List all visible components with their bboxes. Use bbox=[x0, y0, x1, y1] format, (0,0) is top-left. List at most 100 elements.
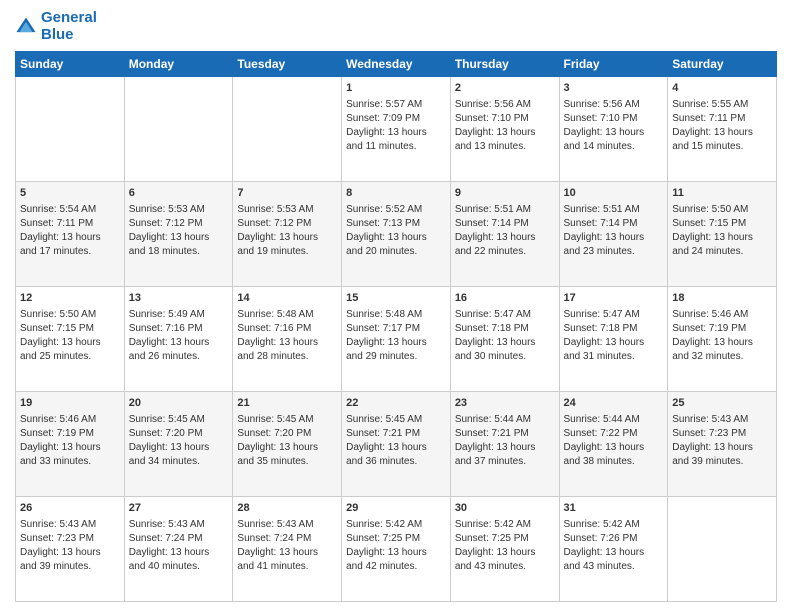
calendar-cell: 4 Sunrise: 5:55 AMSunset: 7:11 PMDaylight… bbox=[668, 77, 777, 182]
calendar-cell: 1 Sunrise: 5:57 AMSunset: 7:09 PMDaylight… bbox=[342, 77, 451, 182]
cell-info-text: Sunrise: 5:51 AMSunset: 7:14 PMDaylight:… bbox=[455, 203, 555, 259]
calendar-cell: 30 Sunrise: 5:42 AMSunset: 7:25 PMDayligh… bbox=[450, 497, 559, 602]
cell-info-text: Sunrise: 5:46 AMSunset: 7:19 PMDaylight:… bbox=[20, 413, 120, 469]
cell-info-text: Sunrise: 5:48 AMSunset: 7:17 PMDaylight:… bbox=[346, 308, 446, 364]
cell-info-text: Sunrise: 5:50 AMSunset: 7:15 PMDaylight:… bbox=[20, 308, 120, 364]
column-header-wednesday: Wednesday bbox=[342, 52, 451, 77]
cell-info-text: Sunrise: 5:55 AMSunset: 7:11 PMDaylight:… bbox=[672, 98, 772, 154]
cell-info-text: Sunrise: 5:56 AMSunset: 7:10 PMDaylight:… bbox=[455, 98, 555, 154]
cell-info-text: Sunrise: 5:45 AMSunset: 7:20 PMDaylight:… bbox=[237, 413, 337, 469]
column-header-sunday: Sunday bbox=[16, 52, 125, 77]
calendar-week-5: 26 Sunrise: 5:43 AMSunset: 7:23 PMDayligh… bbox=[16, 497, 777, 602]
calendar-cell: 19 Sunrise: 5:46 AMSunset: 7:19 PMDayligh… bbox=[16, 392, 125, 497]
calendar-cell: 13 Sunrise: 5:49 AMSunset: 7:16 PMDayligh… bbox=[124, 287, 233, 392]
calendar-table: SundayMondayTuesdayWednesdayThursdayFrid… bbox=[15, 51, 777, 602]
calendar-cell: 27 Sunrise: 5:43 AMSunset: 7:24 PMDayligh… bbox=[124, 497, 233, 602]
cell-info-text: Sunrise: 5:42 AMSunset: 7:25 PMDaylight:… bbox=[346, 518, 446, 574]
cell-date-number: 26 bbox=[20, 501, 120, 516]
cell-date-number: 9 bbox=[455, 186, 555, 201]
cell-date-number: 3 bbox=[564, 81, 664, 96]
calendar-cell bbox=[233, 77, 342, 182]
calendar-cell: 3 Sunrise: 5:56 AMSunset: 7:10 PMDaylight… bbox=[559, 77, 668, 182]
calendar-cell: 16Sunrise: 5:47 AMSunset: 7:18 PMDayligh… bbox=[450, 287, 559, 392]
calendar-cell: 22Sunrise: 5:45 AMSunset: 7:21 PMDayligh… bbox=[342, 392, 451, 497]
logo-text: General Blue bbox=[41, 10, 97, 43]
cell-date-number: 8 bbox=[346, 186, 446, 201]
cell-date-number: 6 bbox=[129, 186, 229, 201]
cell-info-text: Sunrise: 5:53 AMSunset: 7:12 PMDaylight:… bbox=[237, 203, 337, 259]
calendar-cell: 20 Sunrise: 5:45 AMSunset: 7:20 PMDayligh… bbox=[124, 392, 233, 497]
cell-date-number: 1 bbox=[346, 81, 446, 96]
cell-info-text: Sunrise: 5:47 AMSunset: 7:18 PMDaylight:… bbox=[564, 308, 664, 364]
cell-info-text: Sunrise: 5:51 AMSunset: 7:14 PMDaylight:… bbox=[564, 203, 664, 259]
calendar-week-2: 5Sunrise: 5:54 AMSunset: 7:11 PMDaylight… bbox=[16, 182, 777, 287]
cell-date-number: 12 bbox=[20, 291, 120, 306]
cell-date-number: 14 bbox=[237, 291, 337, 306]
calendar-cell: 17 Sunrise: 5:47 AMSunset: 7:18 PMDayligh… bbox=[559, 287, 668, 392]
cell-info-text: Sunrise: 5:47 AMSunset: 7:18 PMDaylight:… bbox=[455, 308, 555, 364]
cell-info-text: Sunrise: 5:53 AMSunset: 7:12 PMDaylight:… bbox=[129, 203, 229, 259]
cell-info-text: Sunrise: 5:42 AMSunset: 7:25 PMDaylight:… bbox=[455, 518, 555, 574]
cell-date-number: 31 bbox=[564, 501, 664, 516]
calendar-cell: 21 Sunrise: 5:45 AMSunset: 7:20 PMDayligh… bbox=[233, 392, 342, 497]
calendar-cell: 2 Sunrise: 5:56 AMSunset: 7:10 PMDaylight… bbox=[450, 77, 559, 182]
page: General Blue SundayMondayTuesdayWednesda… bbox=[0, 0, 792, 612]
calendar-cell: 23Sunrise: 5:44 AMSunset: 7:21 PMDayligh… bbox=[450, 392, 559, 497]
cell-date-number: 28 bbox=[237, 501, 337, 516]
cell-date-number: 15 bbox=[346, 291, 446, 306]
cell-info-text: Sunrise: 5:50 AMSunset: 7:15 PMDaylight:… bbox=[672, 203, 772, 259]
cell-info-text: Sunrise: 5:43 AMSunset: 7:24 PMDaylight:… bbox=[129, 518, 229, 574]
cell-date-number: 13 bbox=[129, 291, 229, 306]
cell-date-number: 24 bbox=[564, 396, 664, 411]
cell-date-number: 27 bbox=[129, 501, 229, 516]
calendar-cell bbox=[668, 497, 777, 602]
cell-info-text: Sunrise: 5:56 AMSunset: 7:10 PMDaylight:… bbox=[564, 98, 664, 154]
cell-date-number: 21 bbox=[237, 396, 337, 411]
cell-date-number: 10 bbox=[564, 186, 664, 201]
cell-info-text: Sunrise: 5:42 AMSunset: 7:26 PMDaylight:… bbox=[564, 518, 664, 574]
column-header-thursday: Thursday bbox=[450, 52, 559, 77]
calendar-cell: 11 Sunrise: 5:50 AMSunset: 7:15 PMDayligh… bbox=[668, 182, 777, 287]
cell-date-number: 30 bbox=[455, 501, 555, 516]
cell-date-number: 29 bbox=[346, 501, 446, 516]
cell-info-text: Sunrise: 5:45 AMSunset: 7:20 PMDaylight:… bbox=[129, 413, 229, 469]
calendar-cell: 14 Sunrise: 5:48 AMSunset: 7:16 PMDayligh… bbox=[233, 287, 342, 392]
cell-info-text: Sunrise: 5:57 AMSunset: 7:09 PMDaylight:… bbox=[346, 98, 446, 154]
cell-date-number: 23 bbox=[455, 396, 555, 411]
calendar-cell: 18Sunrise: 5:46 AMSunset: 7:19 PMDayligh… bbox=[668, 287, 777, 392]
column-header-monday: Monday bbox=[124, 52, 233, 77]
logo: General Blue bbox=[15, 10, 97, 43]
cell-date-number: 11 bbox=[672, 186, 772, 201]
cell-date-number: 4 bbox=[672, 81, 772, 96]
calendar-cell: 29 Sunrise: 5:42 AMSunset: 7:25 PMDayligh… bbox=[342, 497, 451, 602]
calendar-cell: 25Sunrise: 5:43 AMSunset: 7:23 PMDayligh… bbox=[668, 392, 777, 497]
cell-date-number: 25 bbox=[672, 396, 772, 411]
cell-date-number: 20 bbox=[129, 396, 229, 411]
header: General Blue bbox=[15, 10, 777, 43]
cell-info-text: Sunrise: 5:45 AMSunset: 7:21 PMDaylight:… bbox=[346, 413, 446, 469]
cell-info-text: Sunrise: 5:54 AMSunset: 7:11 PMDaylight:… bbox=[20, 203, 120, 259]
calendar-cell: 12 Sunrise: 5:50 AMSunset: 7:15 PMDayligh… bbox=[16, 287, 125, 392]
cell-date-number: 18 bbox=[672, 291, 772, 306]
calendar-header-row: SundayMondayTuesdayWednesdayThursdayFrid… bbox=[16, 52, 777, 77]
cell-date-number: 7 bbox=[237, 186, 337, 201]
calendar-cell: 31 Sunrise: 5:42 AMSunset: 7:26 PMDayligh… bbox=[559, 497, 668, 602]
calendar-cell: 7 Sunrise: 5:53 AMSunset: 7:12 PMDaylight… bbox=[233, 182, 342, 287]
calendar-week-3: 12 Sunrise: 5:50 AMSunset: 7:15 PMDayligh… bbox=[16, 287, 777, 392]
calendar-week-1: 1 Sunrise: 5:57 AMSunset: 7:09 PMDaylight… bbox=[16, 77, 777, 182]
cell-info-text: Sunrise: 5:49 AMSunset: 7:16 PMDaylight:… bbox=[129, 308, 229, 364]
cell-date-number: 17 bbox=[564, 291, 664, 306]
calendar-cell: 6 Sunrise: 5:53 AMSunset: 7:12 PMDaylight… bbox=[124, 182, 233, 287]
calendar-cell: 10 Sunrise: 5:51 AMSunset: 7:14 PMDayligh… bbox=[559, 182, 668, 287]
calendar-cell: 24Sunrise: 5:44 AMSunset: 7:22 PMDayligh… bbox=[559, 392, 668, 497]
column-header-tuesday: Tuesday bbox=[233, 52, 342, 77]
calendar-cell bbox=[124, 77, 233, 182]
calendar-cell: 5Sunrise: 5:54 AMSunset: 7:11 PMDaylight… bbox=[16, 182, 125, 287]
calendar-week-4: 19 Sunrise: 5:46 AMSunset: 7:19 PMDayligh… bbox=[16, 392, 777, 497]
cell-info-text: Sunrise: 5:48 AMSunset: 7:16 PMDaylight:… bbox=[237, 308, 337, 364]
cell-info-text: Sunrise: 5:43 AMSunset: 7:24 PMDaylight:… bbox=[237, 518, 337, 574]
cell-date-number: 2 bbox=[455, 81, 555, 96]
cell-info-text: Sunrise: 5:43 AMSunset: 7:23 PMDaylight:… bbox=[20, 518, 120, 574]
cell-date-number: 19 bbox=[20, 396, 120, 411]
logo-icon bbox=[15, 16, 37, 38]
